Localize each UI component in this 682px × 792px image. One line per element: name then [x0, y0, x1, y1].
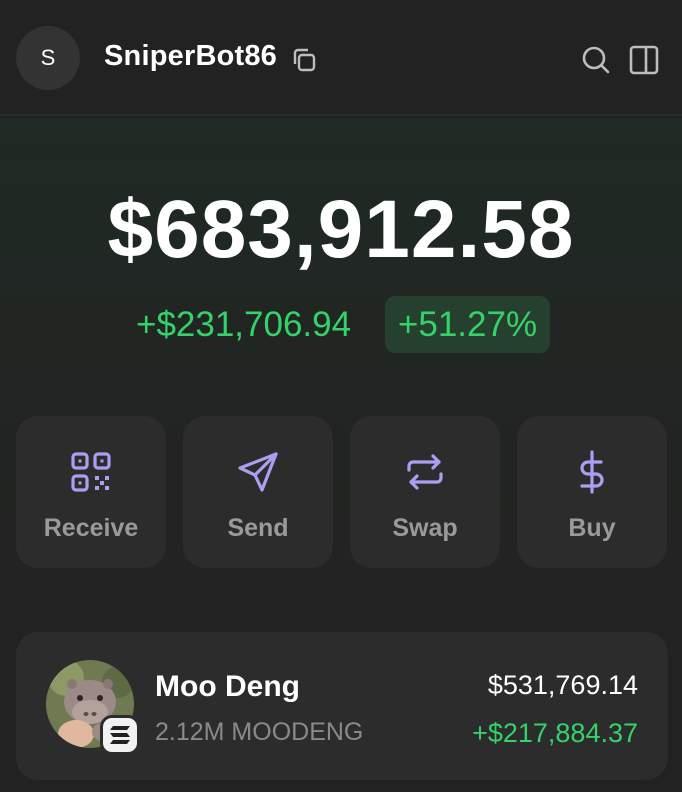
swap-button[interactable]: Swap — [350, 416, 500, 568]
swap-arrows-icon — [403, 450, 447, 494]
send-label: Send — [227, 514, 289, 542]
token-row-moodeng[interactable]: Moo Deng 2.12M MOODENG $531,769.14 +$217… — [16, 632, 668, 780]
send-button[interactable]: Send — [183, 416, 333, 568]
buy-button[interactable]: Buy — [517, 416, 667, 568]
total-balance: $683,912.58 — [107, 184, 575, 275]
solana-icon — [100, 715, 140, 755]
token-amount: 2.12M MOODENG — [155, 718, 364, 746]
token-change: +$217,884.37 — [472, 718, 638, 748]
header: S SniperBot86 — [0, 0, 682, 116]
action-buttons: Receive Send Swap Buy — [16, 416, 668, 568]
receive-button[interactable]: Receive — [16, 416, 166, 568]
token-name: Moo Deng — [155, 670, 300, 703]
qr-code-icon — [69, 450, 113, 494]
swap-label: Swap — [392, 514, 458, 542]
balance-change-percent-badge: +51.27% — [385, 296, 550, 353]
search-icon[interactable] — [578, 42, 614, 78]
avatar-initial: S — [40, 45, 56, 70]
account-name[interactable]: SniperBot86 — [104, 40, 277, 73]
account-avatar[interactable]: S — [16, 26, 80, 90]
paper-plane-icon — [236, 450, 280, 494]
dollar-icon — [570, 450, 614, 494]
buy-label: Buy — [568, 514, 616, 542]
copy-icon[interactable] — [288, 44, 320, 76]
balance-change-amount: +$231,706.94 — [136, 305, 352, 344]
receive-label: Receive — [43, 514, 139, 542]
balance-change-percent: +51.27% — [397, 304, 538, 344]
sidebar-panel-icon[interactable] — [626, 42, 662, 78]
token-value: $531,769.14 — [487, 670, 638, 700]
